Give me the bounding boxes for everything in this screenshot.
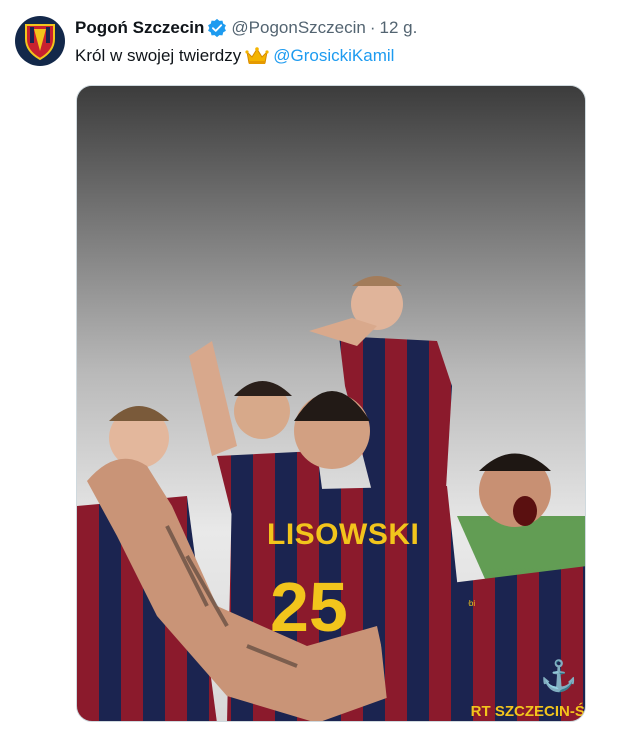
tweet-timestamp[interactable]: 12 g. (380, 16, 418, 40)
svg-text:⚓: ⚓ (540, 658, 577, 693)
tweet-text: Król w swojej twierdzy @GrosickiKamil (75, 44, 394, 68)
tweet-header: Pogoń Szczecin @PogonSzczecin · 12 g. (75, 16, 611, 40)
avatar[interactable] (15, 16, 65, 66)
celebration-photo: ⚓ PORT SZCZECIN-ŚWI Jakobi LISOWSKI 25 (77, 86, 585, 721)
tweet-photo[interactable]: ⚓ PORT SZCZECIN-ŚWI Jakobi LISOWSKI 25 (76, 85, 586, 722)
author-name[interactable]: Pogoń Szczecin (75, 16, 204, 40)
jersey-name: LISOWSKI (267, 518, 419, 551)
club-crest-icon (25, 24, 55, 61)
crown-emoji-icon (245, 46, 269, 66)
jersey-number: 25 (270, 568, 348, 646)
header-separator: · (369, 18, 376, 37)
tweet-text-body: Król w swojej twierdzy (75, 46, 242, 65)
mention-link[interactable]: @GrosickiKamil (273, 44, 394, 68)
verified-badge-icon (207, 18, 227, 38)
author-handle[interactable]: @PogonSzczecin (231, 16, 365, 40)
